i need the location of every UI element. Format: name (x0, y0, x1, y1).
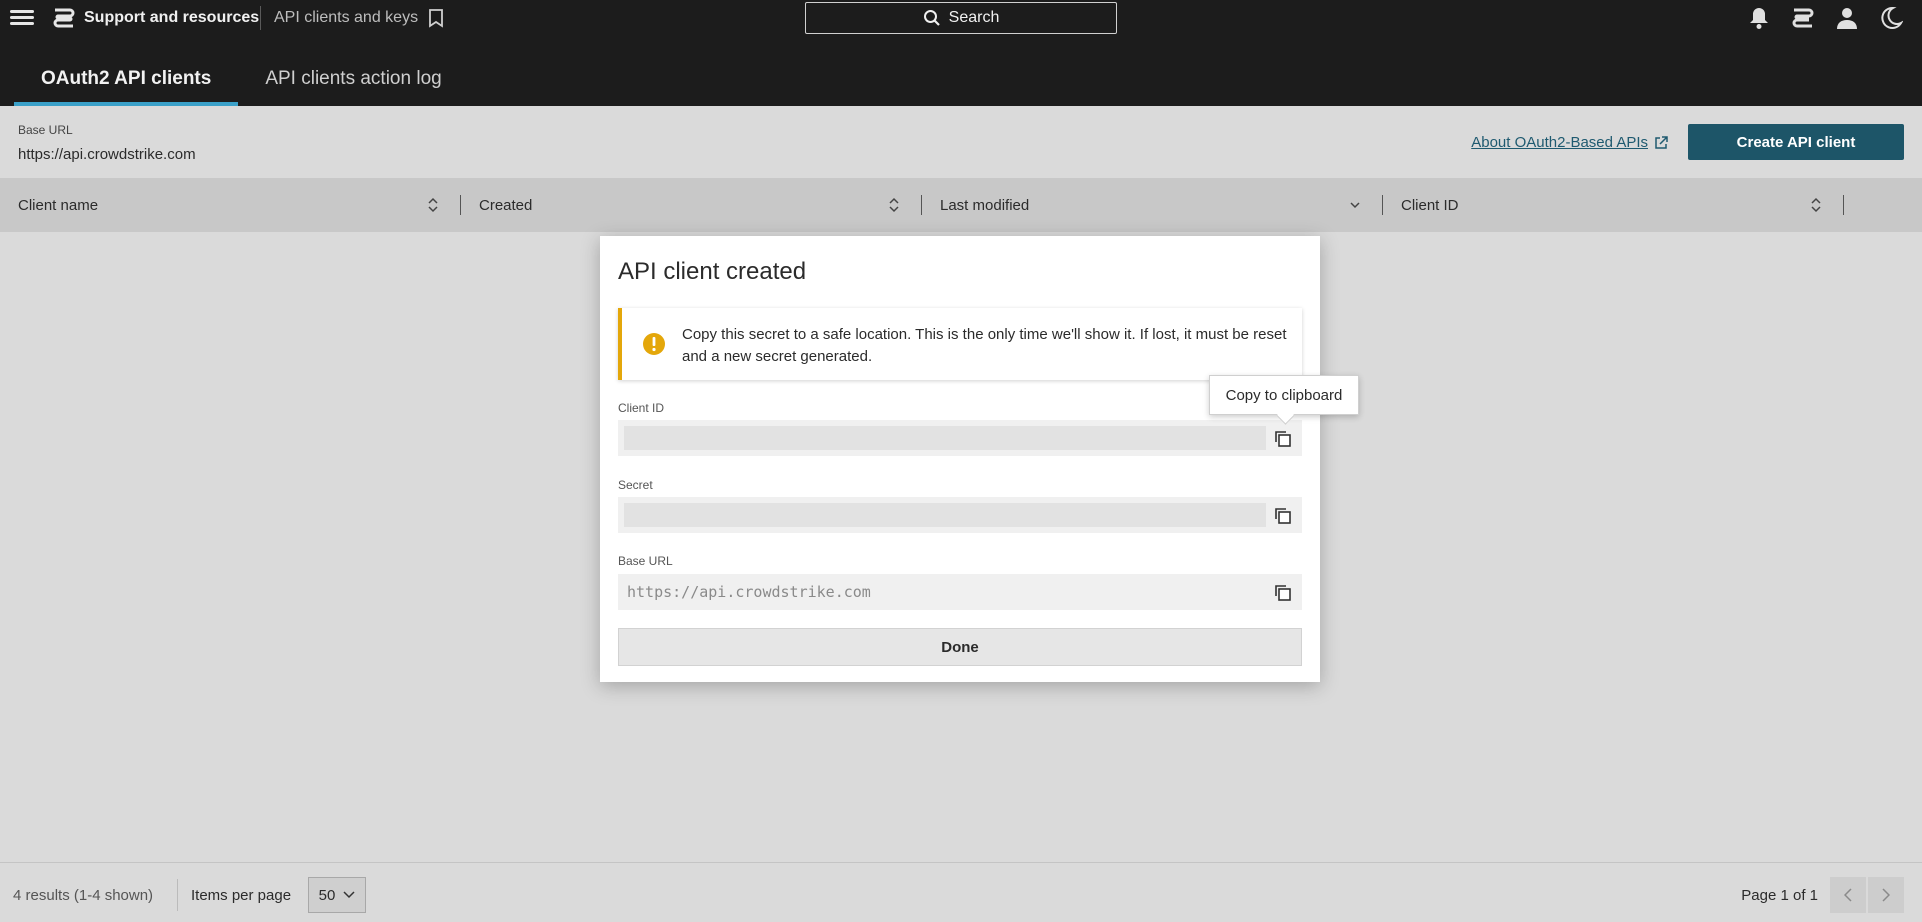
client-id-value (624, 426, 1266, 450)
api-client-created-dialog: API client created Copy this secret to a… (600, 236, 1320, 682)
secret-label: Secret (618, 478, 653, 492)
copy-tooltip: Copy to clipboard (1209, 375, 1359, 415)
base-url-field[interactable]: https://api.crowdstrike.com (618, 574, 1302, 610)
base-url-field-value: https://api.crowdstrike.com (627, 583, 871, 601)
copy-client-id-icon[interactable] (1272, 428, 1294, 450)
dialog-title: API client created (618, 258, 807, 285)
copy-base-url-icon[interactable] (1272, 582, 1294, 604)
base-url-field-label: Base URL (618, 554, 673, 568)
warning-alert: Copy this secret to a safe location. Thi… (618, 308, 1302, 380)
client-id-label: Client ID (618, 401, 665, 415)
done-button[interactable]: Done (618, 628, 1302, 666)
warning-icon (643, 333, 665, 355)
warning-text: Copy this secret to a safe location. Thi… (682, 326, 1287, 365)
secret-value (624, 503, 1266, 527)
secret-field[interactable] (618, 497, 1302, 533)
client-id-field[interactable] (618, 420, 1302, 456)
copy-secret-icon[interactable] (1272, 505, 1294, 527)
